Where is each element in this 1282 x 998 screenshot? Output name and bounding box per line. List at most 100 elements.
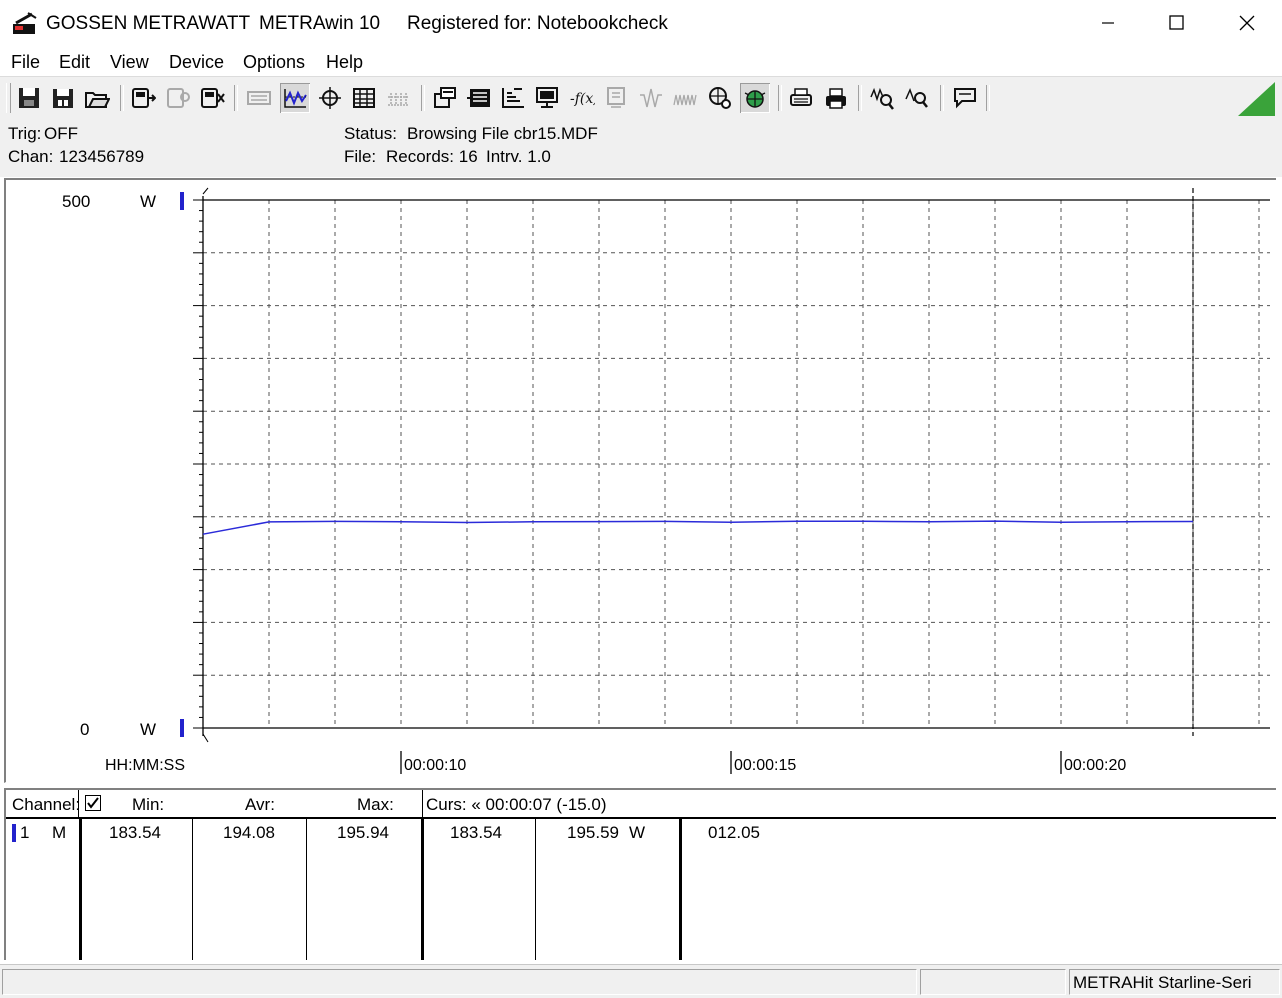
menu-view[interactable]: View <box>110 52 149 73</box>
toolbar-separator <box>421 85 425 111</box>
x-tick-label: 00:00:15 <box>734 757 796 774</box>
menu-bar: File Edit View Device Options Help <box>0 46 1282 76</box>
y-bottom-label: 0 <box>80 720 89 739</box>
series-line <box>202 520 1194 535</box>
toolbar-separator <box>858 85 862 111</box>
noise-icon[interactable] <box>670 83 700 113</box>
y-bottom-unit: W <box>140 720 156 739</box>
chart[interactable]: 500 W 0 W HH:MM:SS 00:00:10 00:00:15 00:00… <box>6 180 1276 783</box>
bug-icon[interactable] <box>740 83 770 113</box>
status-pane-device: METRAHit Starline-Seri <box>1069 969 1280 995</box>
cursor-unit: W <box>629 823 646 842</box>
print-icon[interactable] <box>821 83 851 113</box>
device-read-icon[interactable] <box>128 83 158 113</box>
status-bar: METRAHit Starline-Seri <box>0 964 1282 998</box>
menu-device[interactable]: Device <box>169 52 224 73</box>
menu-file[interactable]: File <box>11 52 40 73</box>
minimize-button[interactable] <box>1072 0 1142 46</box>
toolbar: -f(x) <box>0 77 1282 120</box>
column-divider <box>422 790 423 817</box>
avr-value: 194.08 <box>223 823 275 842</box>
maximize-button[interactable] <box>1142 0 1212 46</box>
info-panel: Trig: OFF Chan: 123456789 Status: Browsi… <box>0 119 1282 177</box>
data-panel: Channel: Min: Avr: Max: Curs: « 00:00:07… <box>4 788 1276 960</box>
formula-icon[interactable]: -f(x) <box>567 83 597 113</box>
column-divider <box>78 790 79 817</box>
chan-label: Chan: <box>8 147 54 166</box>
toolbar-separator <box>778 85 782 111</box>
cursor1-value: 183.54 <box>450 823 502 842</box>
y-top-label: 500 <box>62 192 90 211</box>
y-top-unit: W <box>140 192 156 211</box>
cursor-header: Curs: « 00:00:07 (-15.0) <box>426 795 607 814</box>
min-value: 183.54 <box>109 823 161 842</box>
channel-header: Channel: <box>12 795 81 814</box>
avr-header: Avr: <box>245 795 275 814</box>
max-header: Max: <box>357 795 394 814</box>
chart-grid <box>193 188 1270 736</box>
toolbar-separator <box>120 85 124 111</box>
keyboard-icon[interactable] <box>244 83 274 113</box>
min-header: Min: <box>132 795 165 814</box>
select-all-checkbox[interactable] <box>85 795 101 811</box>
channel-number: 1 <box>20 823 30 842</box>
close-button[interactable] <box>1212 0 1282 46</box>
chart-axes <box>180 187 1270 743</box>
waveform-display-icon[interactable] <box>280 83 310 113</box>
channel-mode: M <box>52 823 67 842</box>
device-settings-icon[interactable] <box>163 83 193 113</box>
list-icon[interactable] <box>464 83 494 113</box>
cursor2-value: 195.59 <box>567 823 619 842</box>
channel-setup-icon[interactable] <box>430 83 460 113</box>
y-axis-bottom-marker <box>180 719 184 737</box>
toolbar-separator <box>940 85 944 111</box>
memory-icon[interactable] <box>601 83 631 113</box>
chan-value: 123456789 <box>59 147 145 166</box>
records-value: Records: 16 <box>386 147 478 166</box>
grid-view-icon[interactable] <box>383 83 413 113</box>
x-axis-label: HH:MM:SS <box>105 757 185 774</box>
delta-value: 012.05 <box>708 823 760 842</box>
crosshair-cursor-icon[interactable] <box>315 83 345 113</box>
status-label: Status: <box>344 124 397 143</box>
comment-icon[interactable] <box>950 83 980 113</box>
brand-title: GOSSEN METRAWATT <box>46 13 251 34</box>
wave-icon[interactable] <box>636 83 666 113</box>
registration-title: Registered for: Notebookcheck <box>407 13 668 34</box>
axis-corner-top <box>202 187 209 195</box>
status-pane-main <box>2 969 917 995</box>
status-value: Browsing File cbr15.MDF <box>407 124 598 143</box>
svg-text:-f(x): -f(x) <box>570 91 595 107</box>
header-divider <box>6 817 1276 819</box>
table-row[interactable]: 1 M 183.54 194.08 195.94 183.54 195.59 W… <box>6 820 1272 846</box>
toolbar-grip[interactable] <box>6 83 11 113</box>
zoom-search-icon[interactable] <box>902 83 932 113</box>
device-clear-icon[interactable] <box>197 83 227 113</box>
save-data-icon[interactable] <box>14 83 44 113</box>
channel-color-swatch <box>12 824 16 842</box>
trig-label: Trig: <box>8 124 42 143</box>
table-view-icon[interactable] <box>349 83 379 113</box>
axis-corner-bottom <box>202 733 209 743</box>
print-preview-icon[interactable] <box>786 83 816 113</box>
trig-value: OFF <box>44 124 78 143</box>
monitor-icon[interactable] <box>532 83 562 113</box>
interval-value: Intrv. 1.0 <box>486 147 551 166</box>
globe-icon[interactable] <box>705 83 735 113</box>
max-value: 195.94 <box>337 823 389 842</box>
y-axis-top-marker <box>180 192 184 210</box>
chart-panel[interactable]: 500 W 0 W HH:MM:SS 00:00:10 00:00:15 00:00… <box>4 178 1276 783</box>
status-pane-middle <box>920 969 1066 995</box>
title-bar: GOSSEN METRAWATT METRAwin 10 Registered … <box>0 0 1282 46</box>
file-label: File: <box>344 147 377 166</box>
menu-options[interactable]: Options <box>243 52 305 73</box>
zoom-wave-icon[interactable] <box>867 83 897 113</box>
menu-help[interactable]: Help <box>326 52 363 73</box>
bar-chart-icon[interactable] <box>498 83 528 113</box>
connection-indicator-icon <box>1236 81 1276 122</box>
menu-edit[interactable]: Edit <box>59 52 90 73</box>
save-config-icon[interactable] <box>48 83 78 113</box>
toolbar-separator <box>234 85 238 111</box>
x-tick-label: 00:00:20 <box>1064 757 1126 774</box>
open-file-icon[interactable] <box>82 83 112 113</box>
